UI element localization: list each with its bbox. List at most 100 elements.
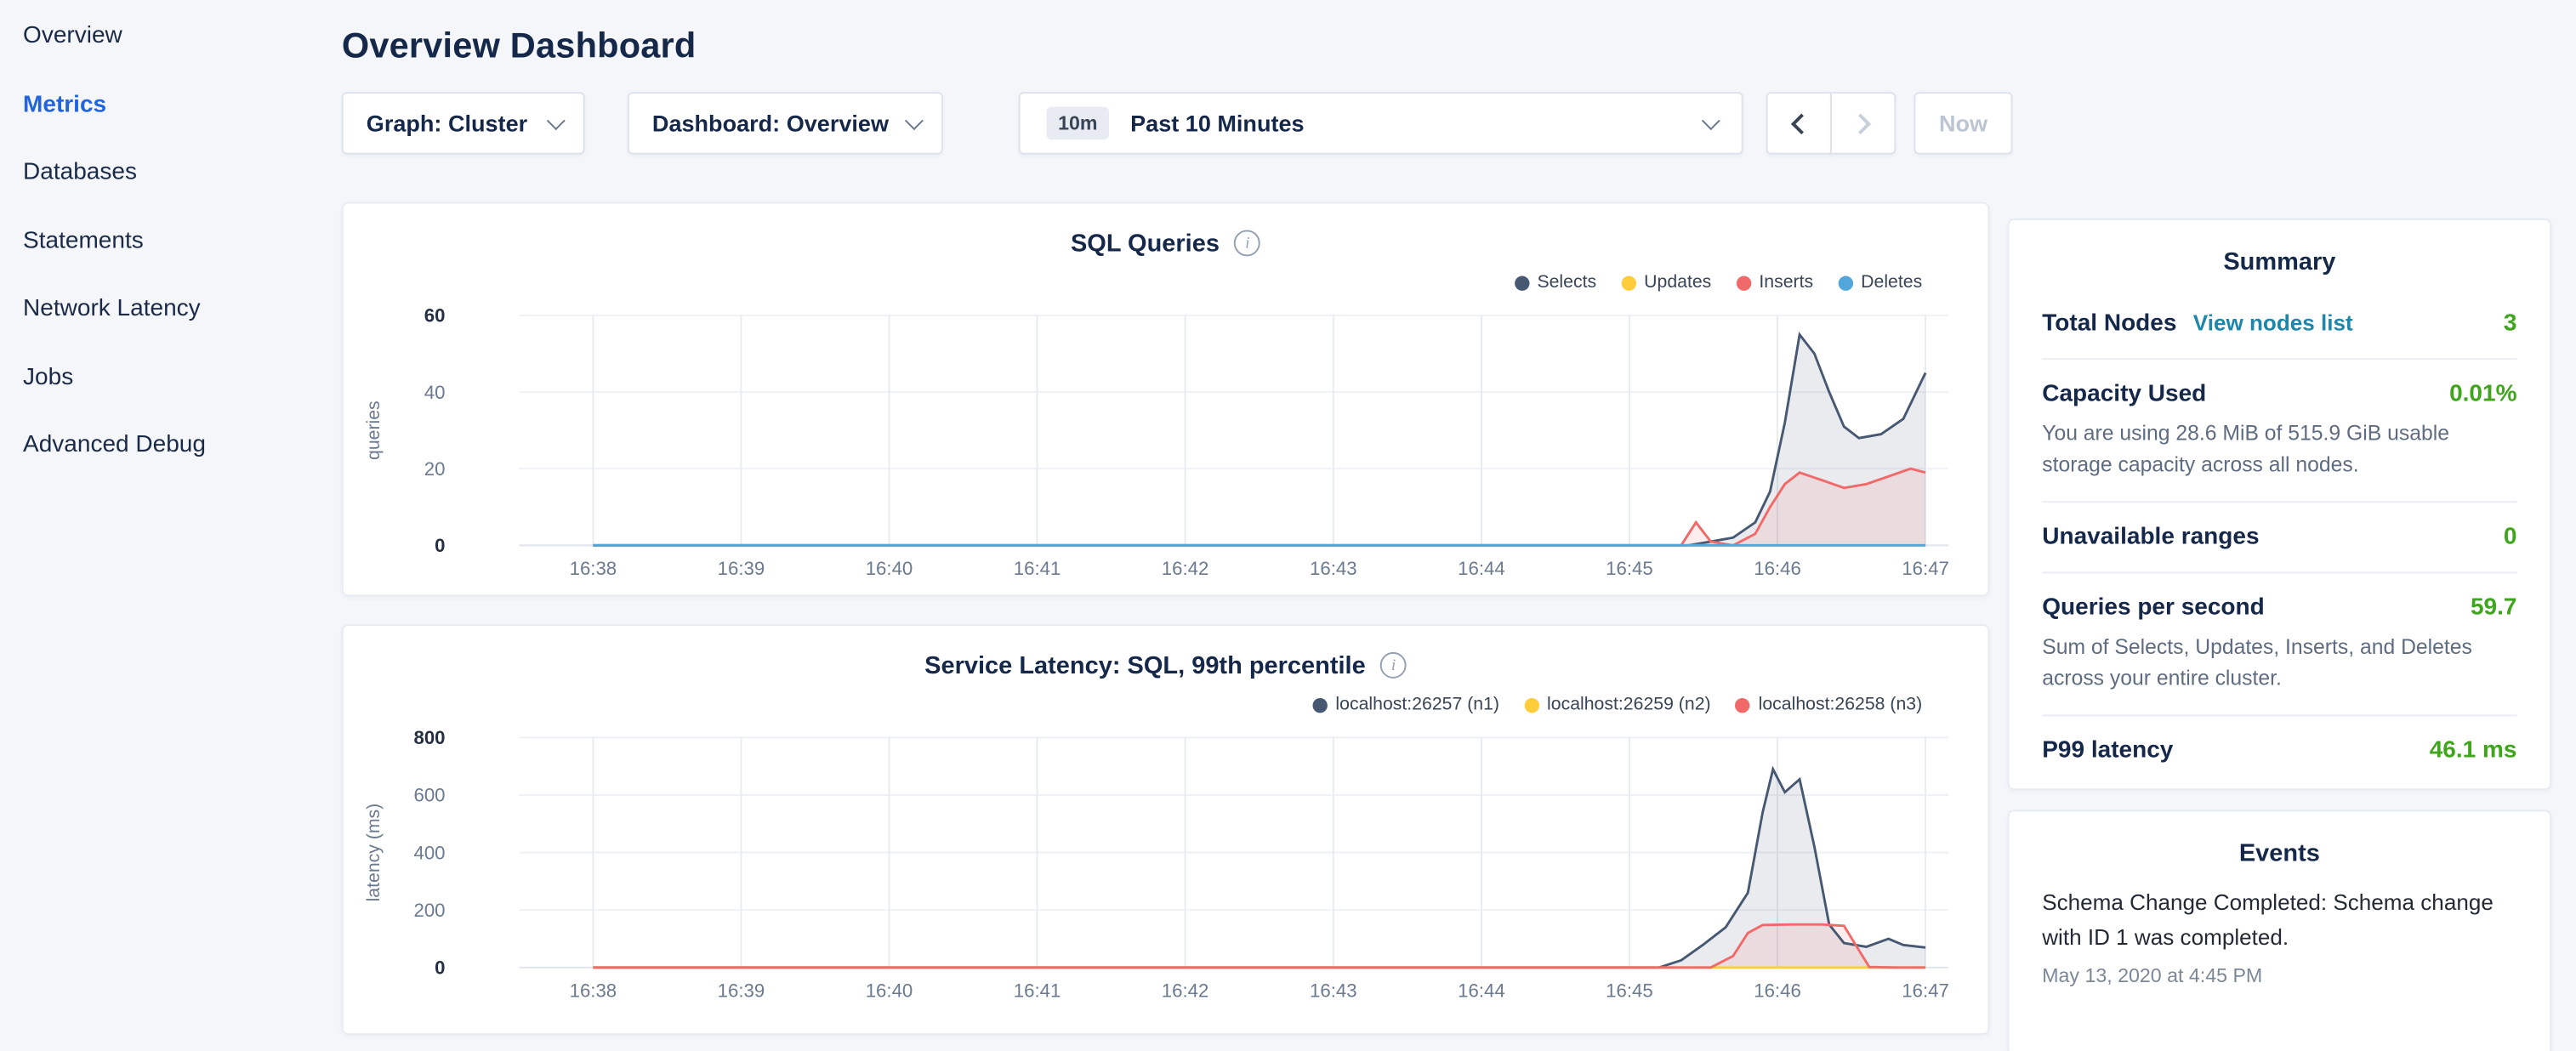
legend-item[interactable]: localhost:26257 (n1) [1312, 695, 1499, 714]
summary-value: 0 [2504, 524, 2517, 550]
sidebar-item-advanced-debug[interactable]: Advanced Debug [23, 429, 302, 462]
legend-item[interactable]: localhost:26258 (n3) [1736, 695, 1923, 714]
toolbar: Graph: Cluster Dashboard: Overview 10m P… [342, 92, 2017, 154]
summary-label: Capacity Used [2042, 381, 2206, 407]
service-latency-chart-panel: Service Latency: SQL, 99th percentile i … [342, 624, 1990, 1035]
svg-text:16:46: 16:46 [1754, 558, 1801, 579]
svg-text:queries: queries [363, 401, 384, 460]
legend-label: Deletes [1861, 273, 1922, 293]
legend-item[interactable]: localhost:26259 (n2) [1524, 695, 1711, 714]
svg-text:16:38: 16:38 [570, 980, 617, 1002]
summary-description: You are using 28.6 MiB of 515.9 GiB usab… [2042, 419, 2516, 480]
sidebar-item-metrics[interactable]: Metrics [23, 88, 302, 121]
chart-legend: Selects Updates Inserts Deletes [344, 270, 1988, 296]
events-panel: Events Schema Change Completed: Schema c… [2008, 810, 2551, 1051]
summary-row-queries-per-second: Queries per second 59.7 Sum of Selects, … [2042, 573, 2516, 716]
svg-text:16:44: 16:44 [1458, 558, 1505, 579]
svg-text:16:40: 16:40 [866, 980, 913, 1002]
graph-scope-dropdown-label: Graph: Cluster [367, 110, 527, 136]
legend-item[interactable]: Updates [1621, 273, 1711, 293]
summary-value: 46.1 ms [2430, 738, 2517, 764]
legend-item[interactable]: Selects [1514, 273, 1596, 293]
legend-dot-icon [1838, 276, 1852, 290]
legend-item[interactable]: Inserts [1736, 273, 1813, 293]
chevron-down-icon [547, 111, 566, 130]
svg-text:16:42: 16:42 [1162, 558, 1209, 579]
sidebar-item-overview[interactable]: Overview [23, 20, 302, 53]
charts-column: SQL Queries i Selects Updates Inserts Delet… [342, 202, 1990, 1035]
service-latency-chart[interactable]: 020040060080016:3816:3916:4016:4116:4216… [344, 721, 1988, 1019]
app-root: Overview Metrics Databases Statements Ne… [0, 0, 2576, 1051]
time-step-buttons [1766, 92, 1896, 154]
svg-text:16:41: 16:41 [1014, 980, 1061, 1002]
summary-label: Total Nodes [2042, 310, 2176, 337]
info-icon[interactable]: i [1380, 652, 1407, 679]
chevron-down-icon [905, 111, 924, 130]
summary-label: Unavailable ranges [2042, 524, 2259, 550]
summary-label: Queries per second [2042, 594, 2265, 621]
events-title: Events [2042, 835, 2516, 874]
sql-queries-chart-panel: SQL Queries i Selects Updates Inserts Delet… [342, 202, 1990, 597]
graph-scope-dropdown[interactable]: Graph: Cluster [342, 92, 585, 154]
legend-dot-icon [1621, 276, 1635, 290]
time-range-label: Past 10 Minutes [1130, 110, 1304, 136]
chart-title: SQL Queries [1071, 229, 1220, 257]
summary-value: 3 [2504, 310, 2517, 337]
svg-text:16:42: 16:42 [1162, 980, 1209, 1002]
svg-text:60: 60 [424, 305, 446, 327]
info-icon[interactable]: i [1234, 230, 1260, 256]
svg-text:0: 0 [435, 535, 445, 556]
legend-dot-icon [1514, 276, 1528, 290]
right-sidebar: Summary Total Nodes View nodes list 3 Ca… [2008, 219, 2551, 1051]
svg-text:16:45: 16:45 [1606, 980, 1653, 1002]
event-timestamp: May 13, 2020 at 4:45 PM [2042, 964, 2516, 987]
event-item[interactable]: Schema Change Completed: Schema change w… [2042, 888, 2516, 988]
svg-text:16:43: 16:43 [1310, 980, 1357, 1002]
time-range-badge: 10m [1047, 107, 1109, 140]
time-forward-button[interactable] [1830, 92, 1896, 154]
dashboard-dropdown[interactable]: Dashboard: Overview [628, 92, 943, 154]
page-title: Overview Dashboard [342, 26, 1990, 67]
svg-text:16:47: 16:47 [1902, 558, 1949, 579]
legend-dot-icon [1524, 697, 1538, 712]
now-button[interactable]: Now [1914, 92, 2013, 154]
chevron-down-icon [1702, 111, 1720, 130]
main-content: Overview Dashboard Graph: Cluster Dashbo… [342, 0, 1990, 1035]
svg-text:400: 400 [413, 842, 445, 863]
legend-dot-icon [1312, 697, 1327, 712]
svg-text:latency (ms): latency (ms) [363, 804, 384, 902]
summary-row-p99-latency: P99 latency 46.1 ms [2042, 717, 2516, 786]
legend-label: Selects [1537, 273, 1596, 293]
sidebar-item-statements[interactable]: Statements [23, 224, 302, 258]
svg-text:0: 0 [435, 957, 445, 979]
sidebar-item-databases[interactable]: Databases [23, 156, 302, 190]
chevron-left-icon [1791, 113, 1812, 134]
svg-text:16:40: 16:40 [866, 558, 913, 579]
summary-row-total-nodes: Total Nodes View nodes list 3 [2042, 289, 2516, 360]
time-back-button[interactable] [1766, 92, 1832, 154]
summary-value: 59.7 [2471, 594, 2517, 621]
chart-title: Service Latency: SQL, 99th percentile [924, 651, 1366, 679]
time-range-dropdown[interactable]: 10m Past 10 Minutes [1019, 92, 1743, 154]
svg-text:200: 200 [413, 900, 445, 921]
legend-label: localhost:26258 (n3) [1759, 695, 1923, 714]
summary-label: P99 latency [2042, 738, 2173, 764]
sidebar-item-network-latency[interactable]: Network Latency [23, 293, 302, 326]
legend-label: Inserts [1759, 273, 1813, 293]
sql-queries-chart[interactable]: 020406016:3816:3916:4016:4116:4216:4316:… [344, 299, 1988, 597]
summary-panel: Summary Total Nodes View nodes list 3 Ca… [2008, 219, 2551, 791]
legend-item[interactable]: Deletes [1838, 273, 1922, 293]
svg-text:16:47: 16:47 [1902, 980, 1949, 1002]
summary-row-capacity-used: Capacity Used 0.01% You are using 28.6 M… [2042, 360, 2516, 503]
legend-dot-icon [1736, 697, 1750, 712]
chart-legend: localhost:26257 (n1) localhost:26259 (n2)… [344, 691, 1988, 718]
svg-text:16:45: 16:45 [1606, 558, 1653, 579]
sidebar-item-jobs[interactable]: Jobs [23, 361, 302, 394]
view-nodes-list-link[interactable]: View nodes list [2193, 310, 2353, 335]
svg-text:16:39: 16:39 [718, 558, 765, 579]
legend-dot-icon [1736, 276, 1750, 290]
svg-text:600: 600 [413, 785, 445, 806]
sidebar: Overview Metrics Databases Statements Ne… [23, 20, 302, 497]
svg-text:16:46: 16:46 [1754, 980, 1801, 1002]
summary-value: 0.01% [2449, 381, 2516, 407]
